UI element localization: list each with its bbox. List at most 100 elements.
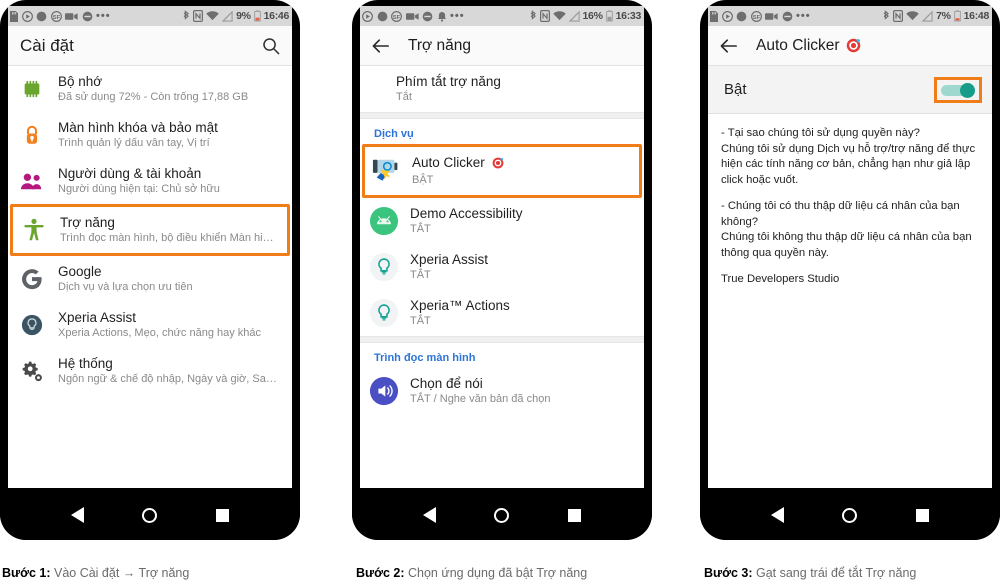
record-dot-icon <box>736 11 747 22</box>
play-circle-icon <box>362 10 373 22</box>
service-row-demo-accessibility[interactable]: Demo Accessibility TẮT <box>360 198 644 244</box>
nav-bar[interactable] <box>0 490 300 540</box>
settings-list[interactable]: Bộ nhớ Đã sử dụng 72% - Còn trống 17,88 … <box>8 66 292 488</box>
caption-step-label: Bước 3: <box>704 566 753 580</box>
video-camera-icon <box>65 12 78 21</box>
nav-home-icon[interactable] <box>842 507 858 523</box>
nav-recents-icon[interactable] <box>567 508 581 522</box>
service-row-text: Xperia Assist TẮT <box>410 251 488 283</box>
list-fade <box>360 472 644 488</box>
service-row-xperia-actions[interactable]: Xperia™ Actions TẮT <box>360 290 644 336</box>
service-toggle-switch[interactable] <box>941 82 975 98</box>
settings-row-xperia-assist[interactable]: Xperia Assist Xperia Actions, Mẹo, chức … <box>8 302 292 348</box>
nav-back-icon[interactable] <box>771 507 785 523</box>
settings-row-text: Google Dịch vụ và lựa chọn ưu tiên <box>58 263 193 295</box>
settings-row-google[interactable]: Google Dịch vụ và lựa chọn ưu tiên <box>8 256 292 302</box>
row-subtitle: Xperia Actions, Mẹo, chức năng hay khác <box>58 327 262 339</box>
service-description: - Tại sao chúng tôi sử dụng quyền này? C… <box>708 114 992 488</box>
screenreader-row-select-to-speak[interactable]: Chọn để nói TẮT / Nghe văn bản đã chọn <box>360 368 644 414</box>
row-subtitle: Đã sử dụng 72% - Còn trống 17,88 GB <box>58 91 249 103</box>
accessibility-icon <box>19 215 49 245</box>
phone-3-screen: SF ••• 7% 16:48 Auto Clicker Bật - Tại s… <box>708 6 992 488</box>
play-circle-icon <box>721 10 733 22</box>
do-not-disturb-icon <box>82 11 93 22</box>
row-title: Phím tắt trợ năng <box>396 74 501 89</box>
record-dot-icon <box>36 11 47 22</box>
battery-percent: 16% <box>582 10 603 22</box>
settings-row-text: Màn hình khóa và bảo mật Trình quản lý d… <box>58 119 218 151</box>
target-icon <box>846 38 861 53</box>
phone-1: SF ••• 9% 16:46 Cài đặt Bộ nhớ Đã sử dụn… <box>0 0 300 540</box>
row-subtitle: TẮT <box>410 269 431 281</box>
back-arrow-icon[interactable] <box>372 37 390 55</box>
do-not-disturb-icon <box>782 11 793 22</box>
sdcard-icon <box>710 10 718 22</box>
service-row-auto-clicker[interactable]: Auto Clicker BẬT <box>362 144 642 198</box>
toggle-label: Bật <box>724 81 747 98</box>
users-icon <box>17 166 47 196</box>
lightbulb-teal-icon <box>369 298 399 328</box>
auto-clicker-app-icon <box>371 156 401 186</box>
caption-step-3: Bước 3: Gạt sang trái để tắt Trợ năng <box>704 566 916 580</box>
caption-step-1: Bước 1: Vào Cài đặt → Trợ năng <box>2 566 189 580</box>
nav-home-icon[interactable] <box>494 507 510 523</box>
settings-row-text: Hệ thống Ngôn ngữ & chế độ nhập, Ngày và… <box>58 355 280 387</box>
nav-home-icon[interactable] <box>142 507 158 523</box>
service-row-text: Auto Clicker BẬT <box>412 154 504 188</box>
nfc-icon <box>539 10 550 22</box>
nav-bar[interactable] <box>700 490 1000 540</box>
settings-row-text: Bộ nhớ Đã sử dụng 72% - Còn trống 17,88 … <box>58 73 248 105</box>
row-accessibility-shortcut[interactable]: Phím tắt trợ năng Tắt <box>360 66 644 112</box>
record-dot-icon <box>377 11 388 22</box>
nav-bar[interactable] <box>352 490 652 540</box>
app-bar: Cài đặt <box>8 26 292 66</box>
row-title: Demo Accessibility <box>410 206 523 221</box>
settings-row-accessibility[interactable]: Trợ năng Trình đọc màn hình, bộ điều khi… <box>10 204 290 256</box>
sf-app-icon: SF <box>391 10 402 22</box>
enable-service-row[interactable]: Bật <box>708 66 992 114</box>
service-row-xperia-assist[interactable]: Xperia Assist TẮT <box>360 244 644 290</box>
nfc-icon <box>193 10 204 22</box>
row-title-text: Auto Clicker <box>412 155 485 170</box>
search-icon[interactable] <box>262 37 280 55</box>
svg-text:SF: SF <box>752 14 760 20</box>
do-not-disturb-icon <box>422 11 433 22</box>
settings-row-lockscreen-security[interactable]: Màn hình khóa và bảo mật Trình quản lý d… <box>8 112 292 158</box>
memory-chip-icon <box>17 74 47 104</box>
signal-off-icon <box>922 10 933 22</box>
caption-step-text: Chọn ứng dụng đã bật Trợ năng <box>404 566 588 580</box>
settings-gear-icon <box>17 356 47 386</box>
settings-row-text: Xperia Assist Xperia Actions, Mẹo, chức … <box>58 309 261 341</box>
settings-row-text: Trợ năng Trình đọc màn hình, bộ điều khi… <box>60 214 277 246</box>
row-title: Xperia Assist <box>410 252 489 267</box>
nav-recents-icon[interactable] <box>215 508 229 522</box>
back-arrow-icon[interactable] <box>720 37 738 55</box>
settings-row-text: Người dùng & tài khoản Người dùng hiện t… <box>58 165 220 197</box>
phone-2-screen: SF ••• 16% 16:33 Trợ năng Phím tắt trợ n… <box>360 6 644 488</box>
settings-row-system[interactable]: Hệ thống Ngôn ngữ & chế độ nhập, Ngày và… <box>8 348 292 394</box>
battery-icon <box>253 10 261 22</box>
list-fade <box>8 472 292 488</box>
phone-2: SF ••• 16% 16:33 Trợ năng Phím tắt trợ n… <box>352 0 652 540</box>
screenreader-row-text: Chọn để nói TẮT / Nghe văn bản đã chọn <box>410 375 550 407</box>
nav-back-icon[interactable] <box>71 507 85 523</box>
status-bar: SF ••• <box>360 6 644 26</box>
row-text: Phím tắt trợ năng Tắt <box>396 73 501 105</box>
notification-bell-icon <box>437 11 447 22</box>
wifi-icon <box>552 11 566 21</box>
settings-row-users-accounts[interactable]: Người dùng & tài khoản Người dùng hiện t… <box>8 158 292 204</box>
row-subtitle: Trình quản lý dấu vân tay, Vị trí <box>58 137 210 149</box>
toggle-highlight-box <box>934 76 982 103</box>
clock: 16:48 <box>963 10 990 22</box>
battery-icon <box>605 10 613 22</box>
accessibility-list[interactable]: Phím tắt trợ năng Tắt Dịch vụ Auto Click… <box>360 66 644 488</box>
phone-1-screen: SF ••• 9% 16:46 Cài đặt Bộ nhớ Đã sử dụn… <box>8 6 292 488</box>
nav-recents-icon[interactable] <box>915 508 929 522</box>
settings-row-storage[interactable]: Bộ nhớ Đã sử dụng 72% - Còn trống 17,88 … <box>8 66 292 112</box>
row-subtitle: Tắt <box>396 91 412 103</box>
battery-percent: 7% <box>936 10 951 22</box>
nav-back-icon[interactable] <box>423 507 437 523</box>
description-paragraph-2: - Chúng tôi có thu thập dữ liệu cá nhân … <box>721 200 972 259</box>
battery-icon <box>953 10 961 22</box>
more-dots-icon: ••• <box>96 10 111 22</box>
